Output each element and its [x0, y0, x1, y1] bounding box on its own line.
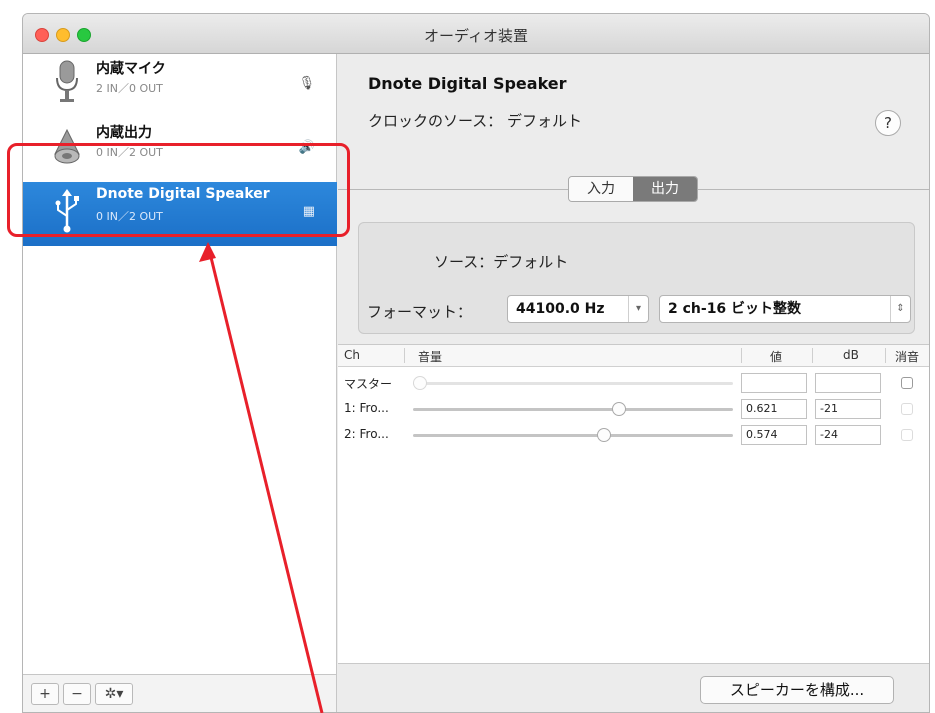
header-volume: 音量 — [418, 350, 443, 364]
remove-device-button[interactable]: − — [63, 683, 91, 705]
audio-midi-window: オーディオ装置 内蔵マイク 2 IN／0 OUT 🎙 内蔵出力 0 IN／2 O… — [22, 13, 930, 713]
sidebar-toolbar: + − ✲▾ — [23, 674, 337, 712]
device-io: 2 IN／0 OUT — [96, 82, 163, 95]
volume-row-ch1: 1: Fro... 0.621 -21 — [338, 397, 929, 421]
configure-speakers-button[interactable]: スピーカーを構成... — [700, 676, 894, 704]
updown-arrows-icon: ⇕ — [890, 296, 910, 322]
value-field[interactable]: 0.621 — [741, 399, 807, 419]
volume-slider-track[interactable] — [413, 382, 733, 385]
volume-row-ch2: 2: Fro... 0.574 -24 — [338, 423, 929, 447]
window-title: オーディオ装置 — [424, 27, 528, 45]
device-title: Dnote Digital Speaker — [368, 74, 567, 93]
device-detail-pane: Dnote Digital Speaker クロックのソース： デフォルト ? … — [338, 54, 929, 712]
annotation-highlight-box — [7, 143, 350, 237]
header-divider — [885, 348, 886, 363]
header-db: dB — [843, 348, 859, 362]
bit-format-select[interactable]: 2 ch-16 ビット整数 ⇕ — [659, 295, 911, 323]
channel-name: 2: Fro... — [344, 427, 389, 441]
device-name: 内蔵マイク — [96, 61, 166, 77]
volume-slider-knob[interactable] — [413, 376, 427, 390]
db-field[interactable]: -24 — [815, 425, 881, 445]
volume-table: Ch 音量 値 dB 消音 マスター 1: Fro... 0.621 -21 2… — [338, 344, 929, 664]
value-field[interactable] — [741, 373, 807, 393]
input-badge-icon: 🎙 — [298, 76, 315, 91]
header-divider — [741, 348, 742, 363]
volume-slider-track[interactable] — [413, 408, 733, 411]
device-item-builtin-mic[interactable]: 内蔵マイク 2 IN／0 OUT 🎙 — [23, 54, 337, 118]
volume-table-header: Ch 音量 値 dB 消音 — [338, 345, 929, 367]
volume-slider-track[interactable] — [413, 434, 733, 437]
channel-name: マスター — [344, 377, 393, 391]
title-bar: オーディオ装置 — [23, 14, 929, 54]
gear-menu-button[interactable]: ✲▾ — [95, 683, 133, 705]
sample-rate-select[interactable]: 44100.0 Hz ▾ — [507, 295, 649, 323]
channel-name: 1: Fro... — [344, 401, 389, 415]
clock-source-label: クロックのソース： デフォルト — [368, 112, 583, 130]
format-group: ソース：デフォルト フォーマット： 44100.0 Hz ▾ 2 ch-16 ビ… — [358, 222, 915, 334]
volume-slider-knob[interactable] — [611, 402, 626, 416]
bit-format-value: 2 ch-16 ビット整数 — [668, 301, 802, 317]
header-value: 値 — [770, 350, 783, 364]
mute-checkbox[interactable] — [901, 429, 913, 441]
add-device-button[interactable]: + — [31, 683, 59, 705]
device-name: 内蔵出力 — [96, 125, 152, 141]
volume-row-master: マスター — [338, 371, 929, 395]
mute-checkbox[interactable] — [901, 377, 913, 389]
db-field[interactable]: -21 — [815, 399, 881, 419]
header-mute: 消音 — [895, 350, 920, 364]
header-divider — [404, 348, 405, 363]
source-label: ソース：デフォルト — [434, 253, 569, 271]
bottom-bar: スピーカーを構成... — [338, 664, 929, 712]
chevron-down-icon: ▾ — [628, 296, 648, 322]
header-ch: Ch — [344, 348, 360, 362]
mute-checkbox[interactable] — [901, 403, 913, 415]
volume-slider-knob[interactable] — [596, 428, 611, 442]
microphone-icon — [56, 60, 78, 102]
help-button[interactable]: ? — [875, 110, 901, 136]
tab-input[interactable]: 入力 — [569, 177, 633, 201]
sample-rate-value: 44100.0 Hz — [516, 301, 605, 317]
io-tabs: 入力 出力 — [568, 176, 698, 202]
header-divider — [812, 348, 813, 363]
format-label: フォーマット： — [367, 303, 473, 321]
value-field[interactable]: 0.574 — [741, 425, 807, 445]
db-field[interactable] — [815, 373, 881, 393]
tab-output[interactable]: 出力 — [633, 177, 697, 201]
